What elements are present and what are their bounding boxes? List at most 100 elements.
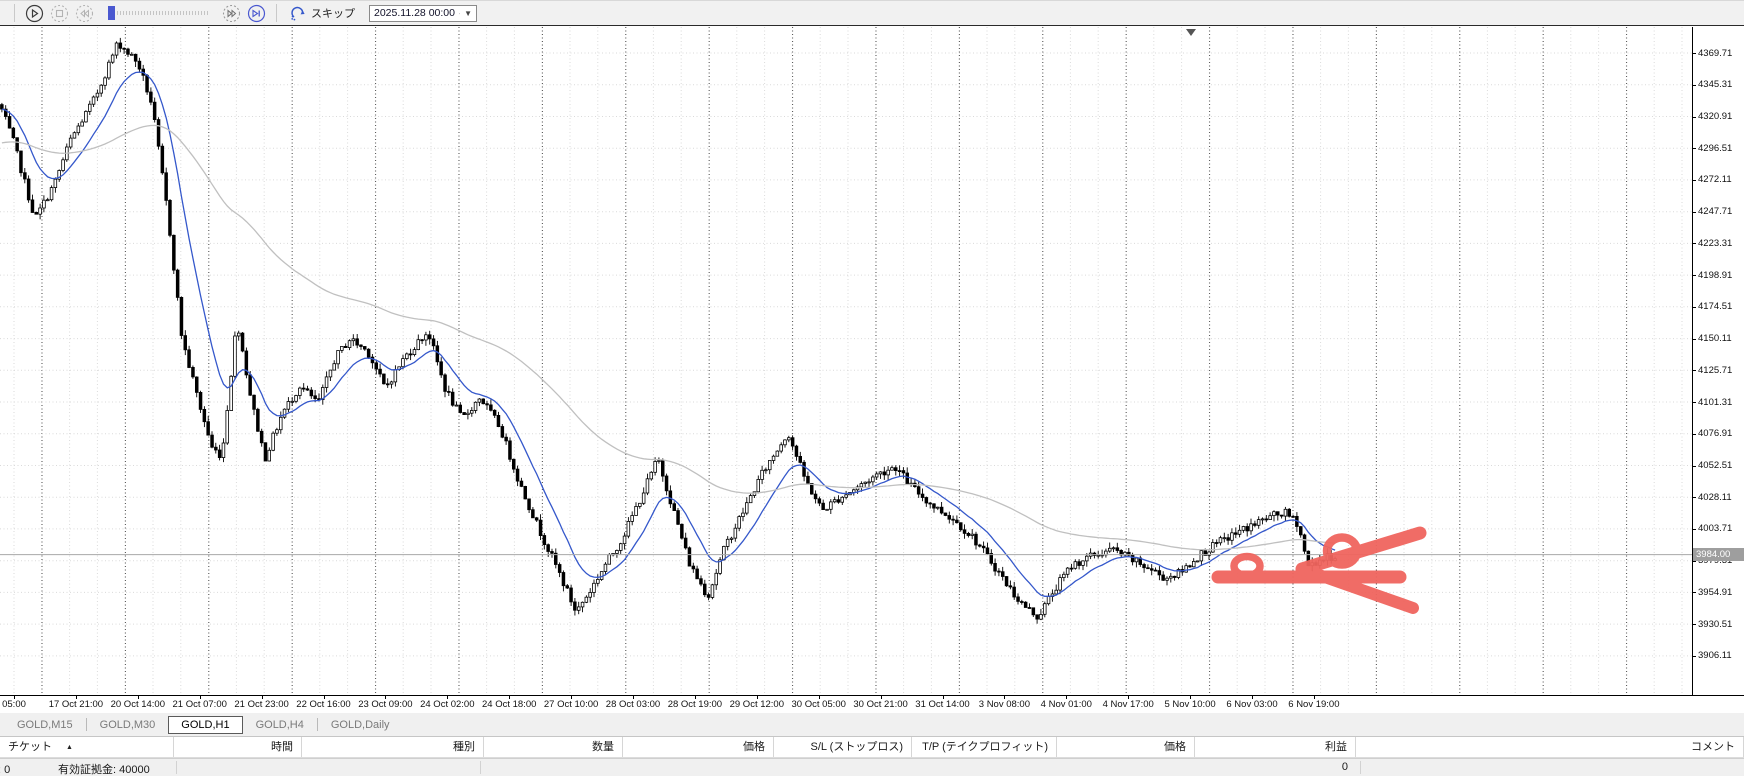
price-label: 4076.91	[1698, 428, 1732, 439]
time-label: 28 Oct 19:00	[668, 699, 722, 710]
column-header-label: T/P (テイクプロフィット)	[922, 741, 1048, 753]
column-header[interactable]: 数量	[484, 737, 623, 757]
tab-gold-m30[interactable]: GOLD,M30	[87, 716, 169, 734]
toolbar-divider	[276, 4, 277, 22]
statusbar-divider	[176, 761, 177, 774]
tester-toolbar: スキップ 2025.11.28 00:00 ▼	[0, 0, 1744, 26]
price-tick	[1693, 243, 1696, 244]
time-label: 3 Nov 08:00	[979, 699, 1030, 710]
fast-forward-button[interactable]	[222, 4, 241, 23]
price-label: 4028.11	[1698, 492, 1732, 503]
time-axis[interactable]: 05:0017 Oct 21:0020 Oct 14:0021 Oct 07:0…	[0, 695, 1744, 713]
profit-total: 0	[1342, 761, 1348, 773]
price-label: 3930.51	[1698, 619, 1732, 630]
chart-canvas[interactable]	[0, 27, 1692, 695]
price-label: 4052.51	[1698, 460, 1732, 471]
loop-skip-icon	[289, 4, 307, 22]
slider-handle[interactable]	[108, 6, 115, 20]
time-label: 6 Nov 19:00	[1288, 699, 1339, 710]
column-header-label: チケット	[8, 741, 52, 753]
price-tick	[1693, 402, 1696, 403]
current-price-tag: 3984.00	[1693, 548, 1744, 561]
skip-to-end-button[interactable]	[247, 4, 266, 23]
column-header[interactable]: S/L (ストップロス)	[774, 737, 912, 757]
column-header[interactable]: 価格	[623, 737, 774, 757]
statusbar-divider	[480, 761, 481, 774]
time-label: 21 Oct 07:00	[172, 699, 226, 710]
time-label: 30 Oct 21:00	[853, 699, 907, 710]
chevron-down-icon: ▼	[464, 9, 472, 18]
hand-drawn-arrow-annotation	[1218, 533, 1420, 608]
status-bar: 残高: 0 有効証拠金: 40000 0	[0, 758, 1744, 776]
column-header[interactable]: 時間	[174, 737, 302, 757]
price-label: 3906.11	[1698, 650, 1732, 661]
time-label: 24 Oct 18:00	[482, 699, 536, 710]
rewind-button	[75, 4, 94, 23]
column-header[interactable]: 価格	[1057, 737, 1195, 757]
price-tick	[1693, 497, 1696, 498]
chart-shift-marker	[1186, 29, 1196, 36]
column-header-label: コメント	[1691, 741, 1735, 753]
price-tick	[1693, 434, 1696, 435]
column-header[interactable]: 利益	[1195, 737, 1356, 757]
time-label: 21 Oct 23:00	[234, 699, 288, 710]
candlestick-chart[interactable]	[0, 27, 1692, 695]
pause-icon	[50, 4, 69, 23]
moving-averages	[2, 72, 1335, 596]
price-label: 4320.91	[1698, 111, 1732, 122]
column-header[interactable]: T/P (テイクプロフィット)	[912, 737, 1057, 757]
price-label: 4101.31	[1698, 397, 1732, 408]
price-label: 4247.71	[1698, 206, 1732, 217]
ma-slow-line	[2, 125, 1335, 549]
timeframe-tabbar: GOLD,M15GOLD,M30GOLD,H1GOLD,H4GOLD,Daily	[0, 713, 1744, 737]
price-tick	[1693, 53, 1696, 54]
tab-gold-h4[interactable]: GOLD,H4	[243, 716, 317, 734]
price-tick	[1693, 148, 1696, 149]
price-axis[interactable]: 4369.714345.314320.914296.514272.114247.…	[1692, 27, 1744, 695]
play-button[interactable]	[25, 4, 44, 23]
rewind-icon	[75, 4, 94, 23]
time-label: 6 Nov 03:00	[1226, 699, 1277, 710]
price-tick	[1693, 180, 1696, 181]
tab-gold-daily[interactable]: GOLD,Daily	[318, 716, 403, 734]
column-header-label: S/L (ストップロス)	[811, 741, 904, 753]
column-header-label: 時間	[271, 741, 293, 753]
sort-asc-icon: ▲	[66, 744, 73, 751]
balance-status: 残高: 0	[0, 761, 36, 777]
candles	[1, 38, 1337, 624]
price-tick	[1693, 85, 1696, 86]
price-tick	[1693, 656, 1696, 657]
price-tick	[1693, 466, 1696, 467]
slider-track	[108, 11, 208, 15]
ma-fast-line	[2, 72, 1335, 596]
column-header[interactable]: チケット ▲	[0, 737, 174, 757]
time-label: 05:00	[2, 699, 26, 710]
calendar-icon	[459, 8, 460, 19]
column-header[interactable]: 種別	[302, 737, 484, 757]
time-label: 23 Oct 09:00	[358, 699, 412, 710]
statusbar-divider	[1360, 761, 1361, 774]
price-label: 4369.71	[1698, 48, 1732, 59]
time-label: 27 Oct 10:00	[544, 699, 598, 710]
chart-grid	[0, 27, 1692, 695]
column-header[interactable]: コメント	[1356, 737, 1744, 757]
fast-forward-icon	[222, 4, 241, 23]
price-label: 4003.71	[1698, 523, 1732, 534]
price-tick	[1693, 307, 1696, 308]
date-picker[interactable]: 2025.11.28 00:00 ▼	[369, 5, 477, 22]
tab-gold-m15[interactable]: GOLD,M15	[4, 716, 86, 734]
price-label: 4345.31	[1698, 79, 1732, 90]
price-label: 4174.51	[1698, 301, 1732, 312]
skip-control[interactable]: スキップ	[289, 4, 355, 22]
price-label: 3954.91	[1698, 587, 1732, 598]
pause-button	[50, 4, 69, 23]
price-tick	[1693, 592, 1696, 593]
price-tick	[1693, 370, 1696, 371]
price-label: 4223.31	[1698, 238, 1732, 249]
price-tick	[1693, 624, 1696, 625]
speed-slider[interactable]	[108, 6, 208, 20]
equity-status: 有効証拠金: 40000	[58, 761, 150, 777]
tab-gold-h1[interactable]: GOLD,H1	[168, 716, 242, 734]
price-tick	[1693, 212, 1696, 213]
column-header-label: 価格	[743, 741, 765, 753]
